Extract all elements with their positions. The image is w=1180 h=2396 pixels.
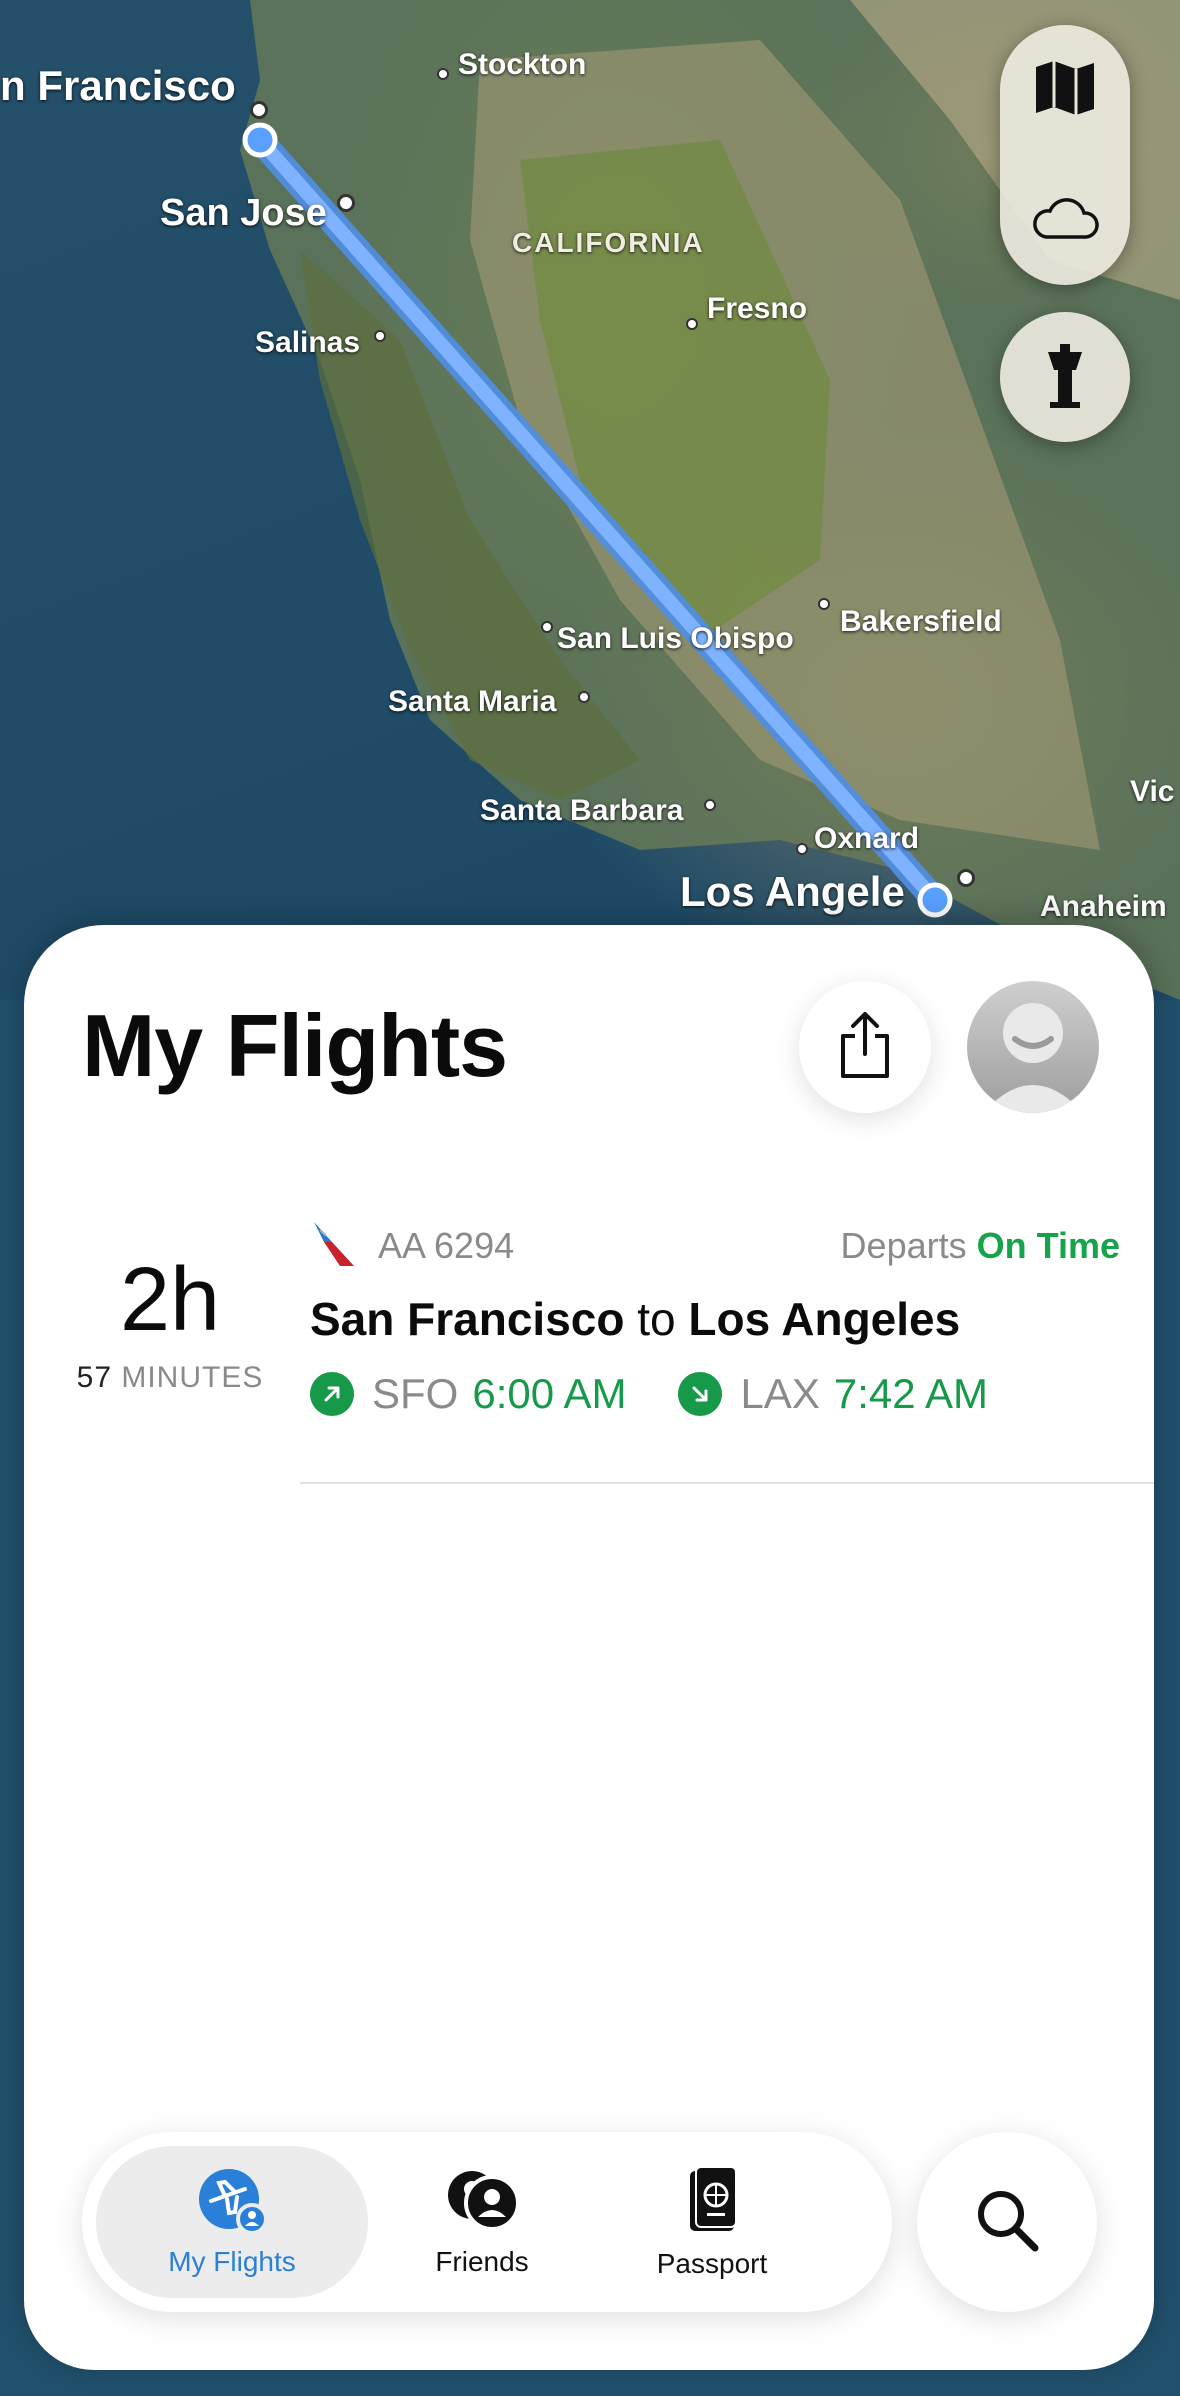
destination-city: Los Angeles xyxy=(688,1293,961,1345)
share-button[interactable] xyxy=(799,981,931,1113)
map-marker xyxy=(541,621,553,633)
flight-route-text: San Francisco to Los Angeles xyxy=(310,1292,1120,1346)
map-label-san-francisco: n Francisco xyxy=(0,62,236,109)
flight-status: Departs On Time xyxy=(841,1225,1120,1267)
status-badge: On Time xyxy=(976,1225,1120,1266)
search-button[interactable] xyxy=(917,2132,1097,2312)
map-marker xyxy=(704,799,716,811)
departure-icon xyxy=(310,1372,354,1416)
origin-city: San Francisco xyxy=(310,1293,625,1345)
flights-sheet: My Flights 2h 57 MINUTES AA 6294 Departs… xyxy=(24,925,1154,2370)
flight-details: AA 6294 Departs On Time San Francisco to… xyxy=(310,1218,1120,1418)
map-marker xyxy=(818,598,830,610)
flight-number: AA 6294 xyxy=(378,1225,515,1266)
map-mode-button[interactable] xyxy=(1000,25,1130,155)
avatar-icon xyxy=(983,1003,1083,1113)
map-marker xyxy=(250,101,268,119)
map-label-vic: Vic xyxy=(1130,775,1175,808)
map-marker xyxy=(578,691,590,703)
flight-duration: 2h 57 MINUTES xyxy=(70,1255,270,1395)
flight-times: SFO 6:00 AM LAX 7:42 AM xyxy=(310,1370,1120,1418)
cloud-icon xyxy=(1030,195,1100,246)
map-label-san-luis-obispo: San Luis Obispo xyxy=(557,622,794,655)
share-icon xyxy=(837,1010,893,1085)
map-label-anaheim: Anaheim xyxy=(1040,890,1167,923)
minutes-value: 57 xyxy=(76,1361,113,1394)
map-marker xyxy=(686,318,698,330)
map-label-santa-barbara: Santa Barbara xyxy=(480,794,684,827)
page-title: My Flights xyxy=(82,996,508,1095)
map-icon xyxy=(1034,59,1096,122)
control-tower-icon xyxy=(1040,340,1090,415)
tab-label: Passport xyxy=(656,2247,768,2279)
map-label-stockton: Stockton xyxy=(458,48,587,81)
map-label-salinas: Salinas xyxy=(255,326,361,359)
passport-icon xyxy=(682,2165,742,2240)
map-marker xyxy=(437,68,449,80)
weather-button[interactable] xyxy=(1000,155,1130,285)
divider xyxy=(300,1482,1154,1484)
tab-label: My Flights xyxy=(168,2245,296,2277)
map-label-fresno: Fresno xyxy=(707,292,808,325)
tab-bar: My Flights Friends Passport xyxy=(82,2132,892,2312)
status-prefix: Departs xyxy=(840,1225,967,1266)
map-label-san-jose: San Jose xyxy=(160,192,327,234)
map-marker xyxy=(374,330,386,342)
map-label-bakersfield: Bakersfield xyxy=(840,605,1002,638)
map-label-santa-maria: Santa Maria xyxy=(388,685,557,718)
map-label-los-angeles: Los Angele xyxy=(680,868,905,915)
departure-time: 6:00 AM xyxy=(472,1370,627,1417)
airport-button[interactable] xyxy=(1000,312,1130,442)
route-connector: to xyxy=(637,1293,676,1345)
destination-code: LAX xyxy=(740,1370,820,1417)
duration-minutes: 57 MINUTES xyxy=(70,1361,270,1395)
map-marker xyxy=(957,869,975,887)
tab-label: Friends xyxy=(435,2245,529,2277)
duration-hours: 2h xyxy=(119,1250,221,1350)
avatar[interactable] xyxy=(967,981,1099,1113)
map-label-california: CALIFORNIA xyxy=(512,227,705,258)
map-marker xyxy=(337,194,355,212)
american-airlines-logo xyxy=(310,1220,358,1273)
friends-icon xyxy=(442,2167,522,2238)
search-icon xyxy=(973,2186,1041,2259)
tab-passport[interactable]: Passport xyxy=(602,2146,822,2298)
minutes-unit: MINUTES xyxy=(121,1361,264,1394)
airline-row: AA 6294 Departs On Time xyxy=(310,1218,1120,1274)
plane-person-icon xyxy=(197,2167,268,2238)
map-controls xyxy=(1000,25,1130,285)
arrival-time: 7:42 AM xyxy=(833,1370,988,1417)
arrival-icon xyxy=(678,1372,723,1416)
tab-friends[interactable]: Friends xyxy=(382,2146,582,2298)
tab-my-flights[interactable]: My Flights xyxy=(96,2146,368,2298)
map-label-oxnard: Oxnard xyxy=(814,822,920,855)
map-marker xyxy=(796,843,808,855)
origin-code: SFO xyxy=(372,1370,459,1417)
